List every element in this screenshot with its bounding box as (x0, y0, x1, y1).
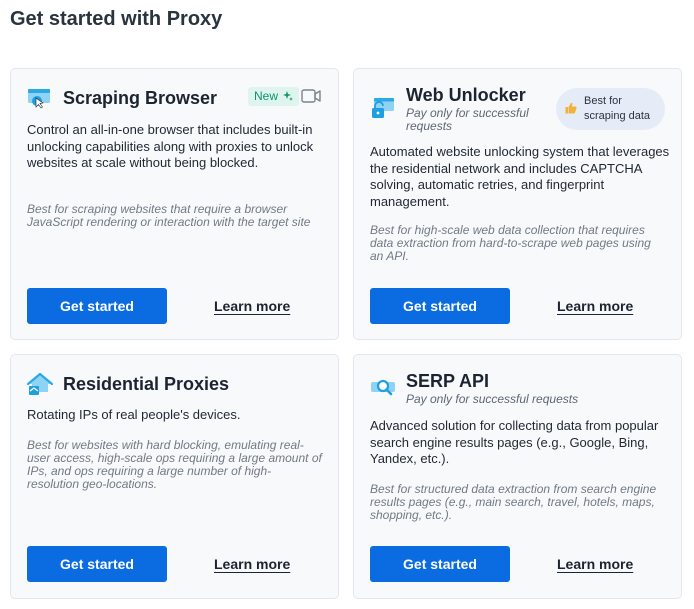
card-best-for: Best for websites with hard blocking, em… (27, 438, 322, 491)
card-residential-proxies: Residential Proxies Rotating IPs of real… (10, 354, 339, 599)
get-started-button[interactable]: Get started (27, 288, 167, 324)
card-subtitle: Pay only for successful requests (406, 106, 529, 133)
card-description: Advanced solution for collecting data fr… (370, 418, 659, 466)
learn-more-link[interactable]: Learn more (557, 298, 633, 314)
card-description: Automated website unlocking system that … (370, 144, 670, 209)
get-started-button[interactable]: Get started (370, 546, 510, 582)
search-icon (371, 379, 395, 396)
card-serp-api: SERP API Pay only for successful request… (353, 354, 682, 599)
card-title: Scraping Browser (63, 88, 218, 108)
new-badge-label: New (254, 89, 279, 103)
get-started-button[interactable]: Get started (370, 288, 510, 324)
get-started-button[interactable]: Get started (27, 546, 167, 582)
card-title: Web Unlocker (406, 85, 526, 105)
card-best-for: Best for structured data extraction from… (370, 482, 657, 522)
card-description: Control an all-in-one browser that inclu… (27, 122, 314, 170)
best-for-badge: Best for scraping data (556, 88, 665, 130)
sparkle-icon (283, 91, 294, 101)
new-badge: New (248, 87, 300, 106)
learn-more-link[interactable]: Learn more (214, 298, 290, 314)
thumbs-up-icon (565, 102, 577, 114)
card-best-for: Best for high-scale web data collection … (370, 223, 651, 263)
video-camera-icon[interactable] (301, 88, 321, 104)
unlock-icon (372, 98, 394, 118)
house-icon (27, 372, 53, 395)
card-title: SERP API (406, 371, 490, 391)
card-title: Residential Proxies (63, 374, 230, 394)
learn-more-link[interactable]: Learn more (557, 556, 633, 572)
best-for-badge-label: Best for scraping data (584, 95, 651, 122)
card-best-for: Best for scraping websites that require … (27, 202, 311, 229)
page-title: Get started with Proxy (10, 8, 223, 30)
card-web-unlocker: Web Unlocker Pay only for successful req… (353, 68, 682, 340)
learn-more-link[interactable]: Learn more (214, 556, 290, 572)
card-description: Rotating IPs of real people's devices. (27, 407, 241, 422)
card-scraping-browser: Scraping Browser New Control an all-in-o… (10, 68, 339, 340)
browser-cursor-icon (28, 89, 50, 109)
card-subtitle: Pay only for successful requests (406, 392, 579, 406)
